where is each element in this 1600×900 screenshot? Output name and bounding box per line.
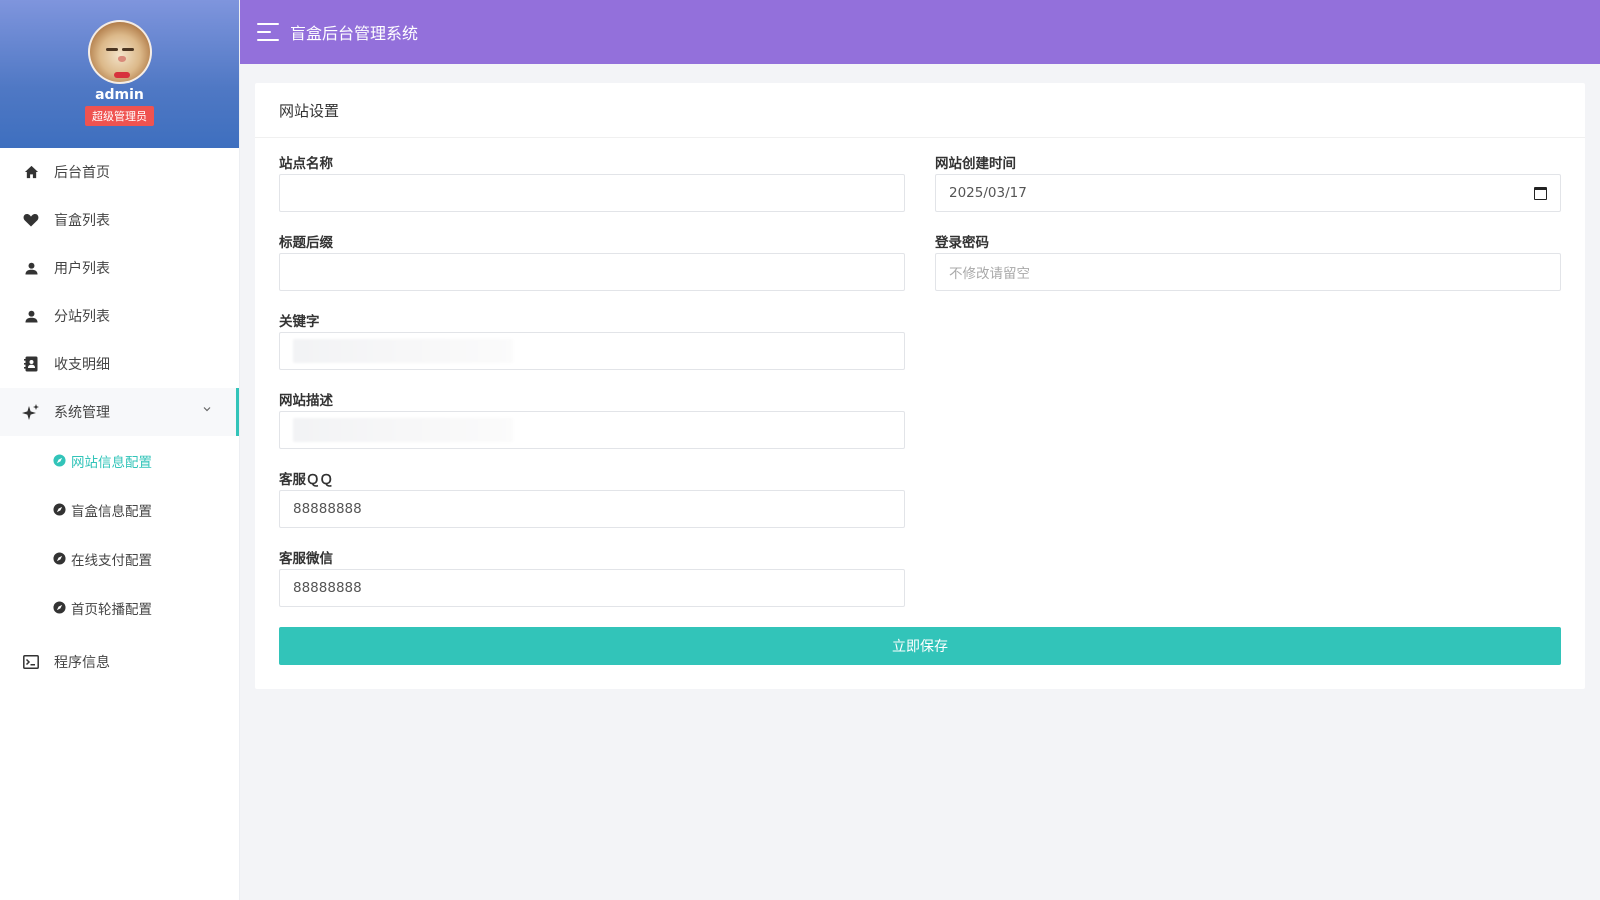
site-name-label: 站点名称 [279, 156, 333, 172]
submenu-item-site-info[interactable]: 网站信息配置 [0, 436, 239, 485]
redacted-text [293, 418, 513, 442]
keywords-field: 关键字 [279, 310, 905, 370]
app-title: 盲盒后台管理系统 [290, 24, 419, 43]
title-suffix-label: 标题后缀 [279, 235, 333, 251]
user-icon [22, 259, 40, 277]
service-wechat-field: 客服微信 88888888 [279, 547, 905, 607]
site-name-field: 站点名称 [279, 152, 905, 212]
sidebar-item-label: 收支明细 [54, 357, 110, 373]
terminal-icon [22, 653, 40, 671]
redacted-text [293, 339, 513, 363]
submenu-item-label: 首页轮播配置 [71, 601, 152, 618]
keywords-label: 关键字 [279, 314, 320, 330]
calendar-icon[interactable] [1534, 186, 1547, 200]
sidebar-item-home[interactable]: 后台首页 [0, 148, 239, 196]
sidebar-item-program-info[interactable]: 程序信息 [0, 638, 239, 686]
submenu-item-carousel[interactable]: 首页轮播配置 [0, 583, 239, 632]
login-password-input[interactable]: 不修改请留空 [935, 253, 1561, 291]
sidebar: admin 超级管理员 后台首页 盲盒列表 用户列表 分站列表 收支明细 系统管… [0, 0, 240, 900]
card-title: 网站设置 [255, 83, 1585, 138]
sidebar-item-finance[interactable]: 收支明细 [0, 340, 239, 388]
created-date-input[interactable]: 2025/03/17 [935, 174, 1561, 212]
sidebar-item-label: 用户列表 [54, 261, 110, 277]
settings-card: 网站设置 站点名称 标题后缀 关键字 网站描述 客服ＱＱ 88888888 客服… [255, 83, 1585, 689]
sidebar-item-label: 程序信息 [54, 655, 110, 671]
compass-icon [53, 601, 66, 614]
submenu-item-label: 在线支付配置 [71, 552, 152, 569]
title-suffix-input[interactable] [279, 253, 905, 291]
description-field: 网站描述 [279, 389, 905, 449]
profile-panel: admin 超级管理员 [0, 0, 239, 148]
sidebar-item-substation-list[interactable]: 分站列表 [0, 292, 239, 340]
top-header: 盲盒后台管理系统 [240, 0, 1600, 64]
compass-icon [53, 454, 66, 467]
heart-icon [22, 211, 40, 229]
chevron-down-icon [203, 404, 211, 415]
avatar[interactable] [87, 20, 152, 84]
sidebar-item-user-list[interactable]: 用户列表 [0, 244, 239, 292]
description-input[interactable] [279, 411, 905, 449]
sidebar-item-blindbox-list[interactable]: 盲盒列表 [0, 196, 239, 244]
sidebar-item-label: 分站列表 [54, 309, 110, 325]
menu-toggle-icon[interactable] [257, 23, 279, 41]
created-date-field: 网站创建时间 2025/03/17 [935, 152, 1561, 212]
service-wechat-label: 客服微信 [279, 551, 333, 567]
title-suffix-field: 标题后缀 [279, 231, 905, 291]
login-password-field: 登录密码 不修改请留空 [935, 231, 1561, 291]
created-date-label: 网站创建时间 [935, 156, 1016, 172]
compass-icon [53, 552, 66, 565]
sidebar-item-label: 系统管理 [54, 405, 110, 421]
submenu-item-blindbox-info[interactable]: 盲盒信息配置 [0, 485, 239, 534]
compass-icon [53, 503, 66, 516]
site-name-input[interactable] [279, 174, 905, 212]
service-wechat-input[interactable]: 88888888 [279, 569, 905, 607]
sidebar-item-label: 后台首页 [54, 165, 110, 181]
role-badge: 超级管理员 [85, 106, 154, 126]
contact-book-icon [22, 355, 40, 373]
home-icon [22, 163, 40, 181]
submenu-item-label: 盲盒信息配置 [71, 503, 152, 520]
sidebar-item-system[interactable]: 系统管理 [0, 388, 239, 436]
service-qq-input[interactable]: 88888888 [279, 490, 905, 528]
service-qq-field: 客服ＱＱ 88888888 [279, 468, 905, 528]
save-button[interactable]: 立即保存 [279, 627, 1561, 665]
keywords-input[interactable] [279, 332, 905, 370]
submenu-item-payment[interactable]: 在线支付配置 [0, 534, 239, 583]
service-qq-label: 客服ＱＱ [279, 472, 333, 488]
created-date-value: 2025/03/17 [949, 185, 1027, 201]
description-label: 网站描述 [279, 393, 333, 409]
sidebar-item-label: 盲盒列表 [54, 213, 110, 229]
user-icon [22, 307, 40, 325]
sparkle-icon [22, 403, 40, 421]
submenu-item-label: 网站信息配置 [71, 454, 152, 471]
login-password-label: 登录密码 [935, 235, 989, 251]
profile-name: admin [95, 87, 144, 103]
sidebar-menu: 后台首页 盲盒列表 用户列表 分站列表 收支明细 系统管理 网站信息配置 盲盒信… [0, 148, 239, 686]
